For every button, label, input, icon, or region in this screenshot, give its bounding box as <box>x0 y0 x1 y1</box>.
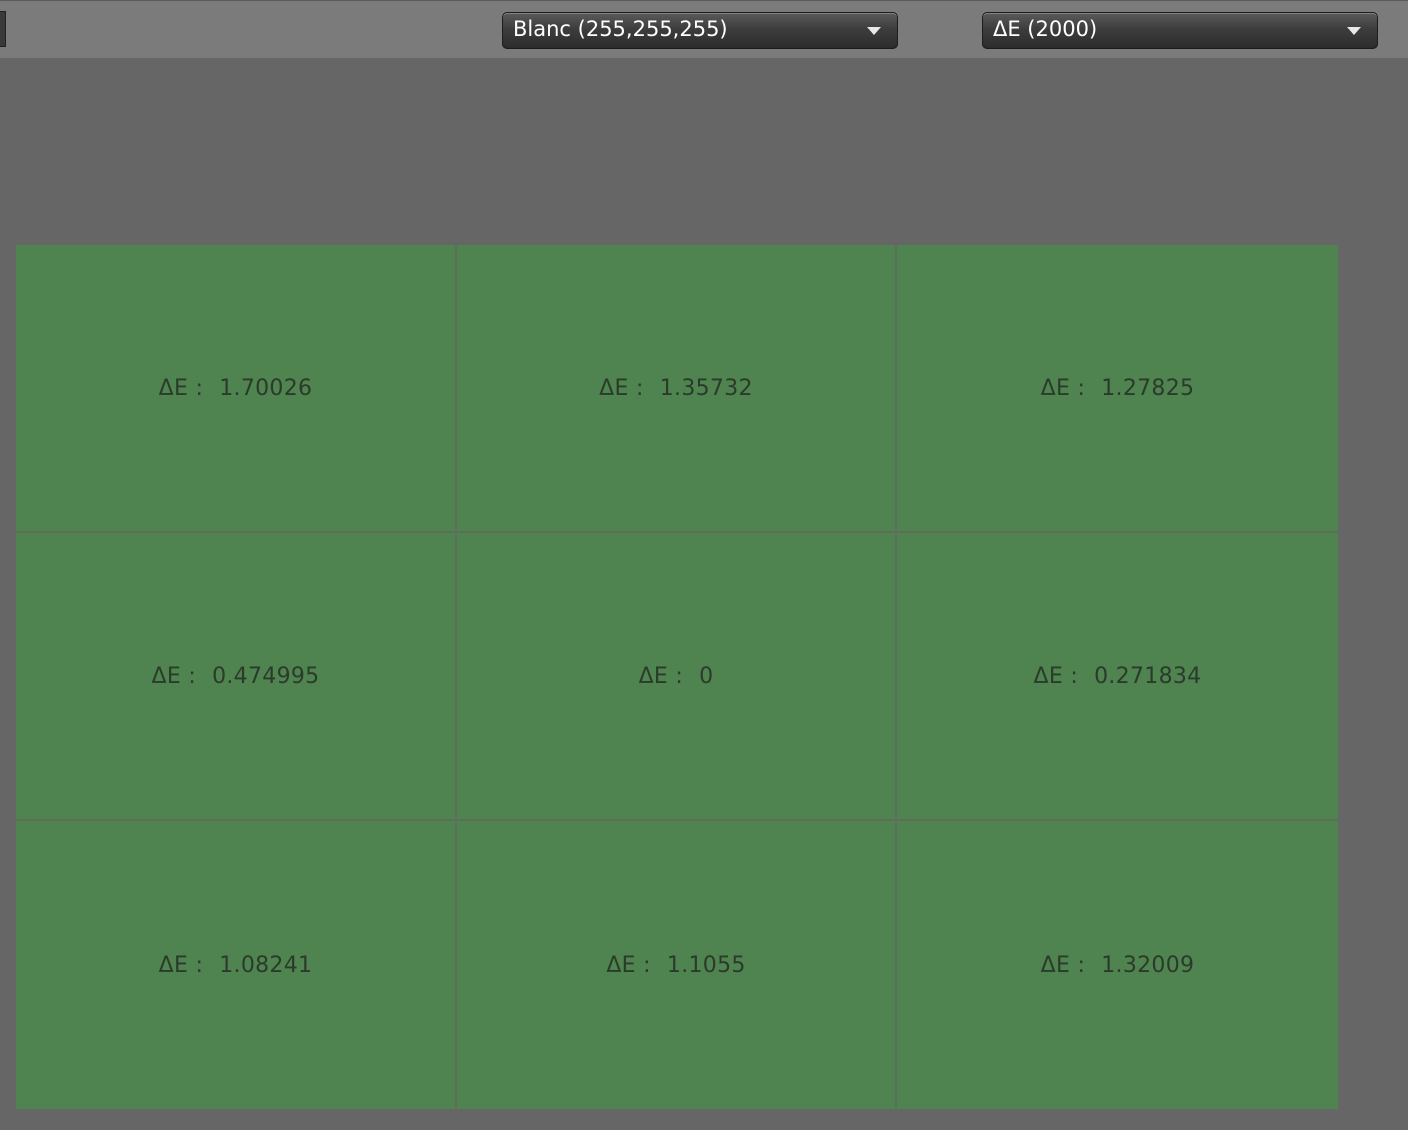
panel-edge-handle[interactable] <box>0 11 6 47</box>
delta-e-value: 0.474995 <box>212 663 320 689</box>
delta-e-cell[interactable]: ΔE : 0.271834 <box>897 533 1338 821</box>
delta-e-cell[interactable]: ΔE : 1.70026 <box>16 245 457 533</box>
delta-e-label: ΔE : <box>151 663 197 689</box>
delta-e-grid: ΔE : 1.70026 ΔE : 1.35732 ΔE : 1.27825 Δ… <box>16 245 1338 1109</box>
delta-e-metric-selected: ΔE (2000) <box>993 17 1098 41</box>
delta-e-value: 1.35732 <box>659 375 753 401</box>
delta-e-label: ΔE : <box>158 952 204 978</box>
delta-e-value: 1.70026 <box>219 375 313 401</box>
delta-e-value: 1.08241 <box>219 952 313 978</box>
delta-e-cell[interactable]: ΔE : 1.35732 <box>457 245 897 533</box>
chevron-down-icon <box>1347 27 1361 35</box>
delta-e-value: 1.32009 <box>1101 952 1195 978</box>
delta-e-value: 1.1055 <box>666 952 746 978</box>
delta-e-metric-dropdown[interactable]: ΔE (2000) <box>982 12 1378 49</box>
delta-e-cell[interactable]: ΔE : 0.474995 <box>16 533 457 821</box>
delta-e-label: ΔE : <box>606 952 651 978</box>
chevron-down-icon <box>867 27 881 35</box>
delta-e-cell[interactable]: ΔE : 1.1055 <box>457 821 897 1109</box>
delta-e-value: 1.27825 <box>1101 375 1195 401</box>
delta-e-label: ΔE : <box>158 375 204 401</box>
delta-e-label: ΔE : <box>599 375 644 401</box>
delta-e-cell[interactable]: ΔE : 1.08241 <box>16 821 457 1109</box>
delta-e-cell[interactable]: ΔE : 0 <box>457 533 897 821</box>
delta-e-value: 0 <box>699 663 714 689</box>
reference-color-dropdown[interactable]: Blanc (255,255,255) <box>502 12 898 49</box>
toolbar: Blanc (255,255,255) ΔE (2000) <box>0 0 1408 58</box>
delta-e-cell[interactable]: ΔE : 1.27825 <box>897 245 1338 533</box>
delta-e-value: 0.271834 <box>1094 663 1202 689</box>
delta-e-label: ΔE : <box>1040 952 1086 978</box>
delta-e-label: ΔE : <box>1040 375 1086 401</box>
delta-e-cell[interactable]: ΔE : 1.32009 <box>897 821 1338 1109</box>
delta-e-label: ΔE : <box>638 663 684 689</box>
reference-color-selected: Blanc (255,255,255) <box>513 17 728 41</box>
delta-e-label: ΔE : <box>1033 663 1079 689</box>
